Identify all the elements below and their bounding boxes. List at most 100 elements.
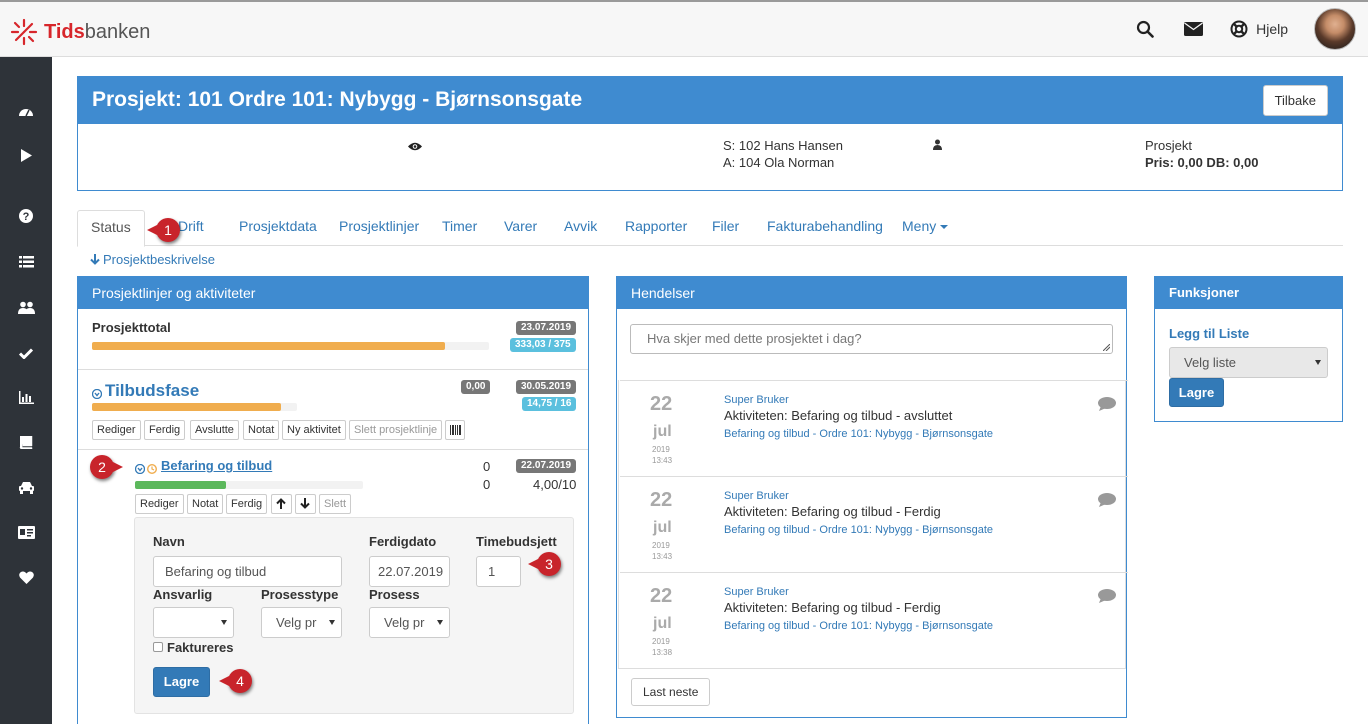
back-button[interactable]: Tilbake [1262,85,1328,116]
help-link[interactable]: Hjelp [1230,20,1288,38]
list-item: 22 jul 2019 13:43 Super Bruker Aktivitet… [620,380,1128,476]
note-button[interactable]: Notat [187,494,224,514]
hour-budget-field[interactable]: 1 [476,556,521,587]
expand-icon[interactable] [134,462,146,477]
list-icon[interactable] [16,252,36,272]
activity-title[interactable]: Befaring og tilbud [161,458,272,473]
process-type-label: Prosesstype [261,587,339,602]
tab-fakturabehandling[interactable]: Fakturabehandling [767,210,883,246]
tab-meny[interactable]: Meny [902,210,949,246]
event-year: 2019 [652,541,670,550]
play-icon[interactable] [16,145,36,165]
barcode-button[interactable] [445,420,465,440]
process-type-select[interactable]: Velg pr [261,607,342,638]
note-button[interactable]: Notat [243,420,280,440]
event-link[interactable]: Befaring og tilbud - Ordre 101: Nybygg -… [724,524,993,536]
load-more-button[interactable]: Last neste [631,678,711,706]
phase-title[interactable]: Tilbudsfase [105,381,199,401]
close-line-button[interactable]: Avslutte [190,420,239,440]
process-select[interactable]: Velg pr [369,607,450,638]
tab-status[interactable]: Status [77,210,145,247]
event-link[interactable]: Befaring og tilbud - Ordre 101: Nybygg -… [724,428,993,440]
activity-progress-bar [135,481,363,489]
event-user[interactable]: Super Bruker [724,490,789,502]
event-link[interactable]: Befaring og tilbud - Ordre 101: Nybygg -… [724,620,993,632]
edit-button[interactable]: Rediger [135,494,184,514]
activity-progress-fill [135,481,227,489]
save-button[interactable]: Lagre [153,667,210,697]
id-card-icon[interactable] [16,522,36,542]
tab-prosjektlinjer[interactable]: Prosjektlinjer [339,210,419,246]
check-icon[interactable] [16,343,36,363]
event-user[interactable]: Super Bruker [724,586,789,598]
total-progress-fill [92,342,446,350]
invoice-checkbox[interactable] [153,642,163,652]
users-icon[interactable] [16,297,36,317]
event-list: 22 jul 2019 13:43 Super Bruker Aktivitet… [618,380,1128,669]
dashboard-icon[interactable] [16,101,36,121]
sidebar: ? [0,57,52,724]
resize-handle-icon [1103,344,1110,351]
event-day: 22 [650,585,673,607]
tab-timer[interactable]: Timer [442,210,477,246]
event-input[interactable]: Hva skjer med dette prosjektet i dag? [630,324,1113,354]
tab-varer[interactable]: Varer [504,210,537,246]
tab-drift[interactable]: Drift [178,210,204,246]
edit-button[interactable]: Rediger [92,420,141,440]
tab-rapporter[interactable]: Rapporter [625,210,687,246]
car-icon[interactable] [16,477,36,497]
lifebuoy-icon [1230,20,1248,38]
event-day: 22 [650,393,673,415]
delete-line-button[interactable]: Slett prosjektlinje [349,420,443,440]
responsible-select[interactable] [153,607,234,638]
project-total-label: Prosjekttotal [92,320,171,335]
process-type-value: Velg pr [276,615,317,630]
comment-icon[interactable] [1098,397,1116,414]
barcode-icon [450,425,461,435]
tab-prosjektdata[interactable]: Prosjektdata [239,210,317,246]
tab-filer[interactable]: Filer [712,210,739,246]
logo[interactable]: Tidsbanken [10,18,150,46]
expand-icon[interactable] [91,387,103,402]
bar-chart-icon[interactable] [16,387,36,407]
comment-icon[interactable] [1098,493,1116,510]
mail-icon[interactable] [1182,18,1204,40]
process-value: Velg pr [384,615,425,630]
move-down-button[interactable] [295,494,316,514]
delete-button[interactable]: Slett [319,494,352,514]
phase-progress-bar [92,403,297,411]
list-select[interactable]: Velg liste [1169,347,1328,378]
chevron-down-icon [1315,360,1321,365]
chevron-down-icon [437,620,443,625]
search-icon[interactable] [1134,18,1156,40]
book-icon[interactable] [16,432,36,452]
save-list-button[interactable]: Lagre [1169,378,1224,407]
new-activity-button[interactable]: Ny aktivitet [282,420,346,440]
panel-title: Funksjoner [1155,277,1342,309]
total-progress-bar [92,342,489,350]
callout-3: 3 [528,552,561,576]
done-button[interactable]: Ferdig [226,494,268,514]
comment-icon[interactable] [1098,589,1116,606]
eye-icon[interactable] [408,139,422,154]
done-button[interactable]: Ferdig [144,420,186,440]
move-up-button[interactable] [271,494,292,514]
top-bar: Tidsbanken Hjelp [0,0,1368,57]
avatar[interactable] [1314,8,1356,50]
question-icon[interactable]: ? [16,206,36,226]
name-field[interactable]: Befaring og tilbud [153,556,342,587]
tab-bar: Status Drift Prosjektdata Prosjektlinjer… [77,210,1343,247]
chevron-down-icon [221,620,227,625]
event-user[interactable]: Super Bruker [724,394,789,406]
add-to-list-link[interactable]: Legg til Liste [1169,326,1249,341]
activity-hours: 4,00/10 [533,477,577,492]
tab-avvik[interactable]: Avvik [564,210,597,246]
assignee-line: A: 104 Ola Norman [723,155,835,170]
activity-date-badge: 22.07.2019 [516,459,577,473]
description-link[interactable]: Prosjektbeskrivelse [90,252,215,267]
hour-budget-label: Timebudsjett [476,534,557,549]
callout-2: 2 [90,455,123,479]
due-date-field[interactable]: 22.07.2019 [369,556,450,587]
help-label: Hjelp [1256,21,1288,37]
heart-icon[interactable] [16,567,36,587]
